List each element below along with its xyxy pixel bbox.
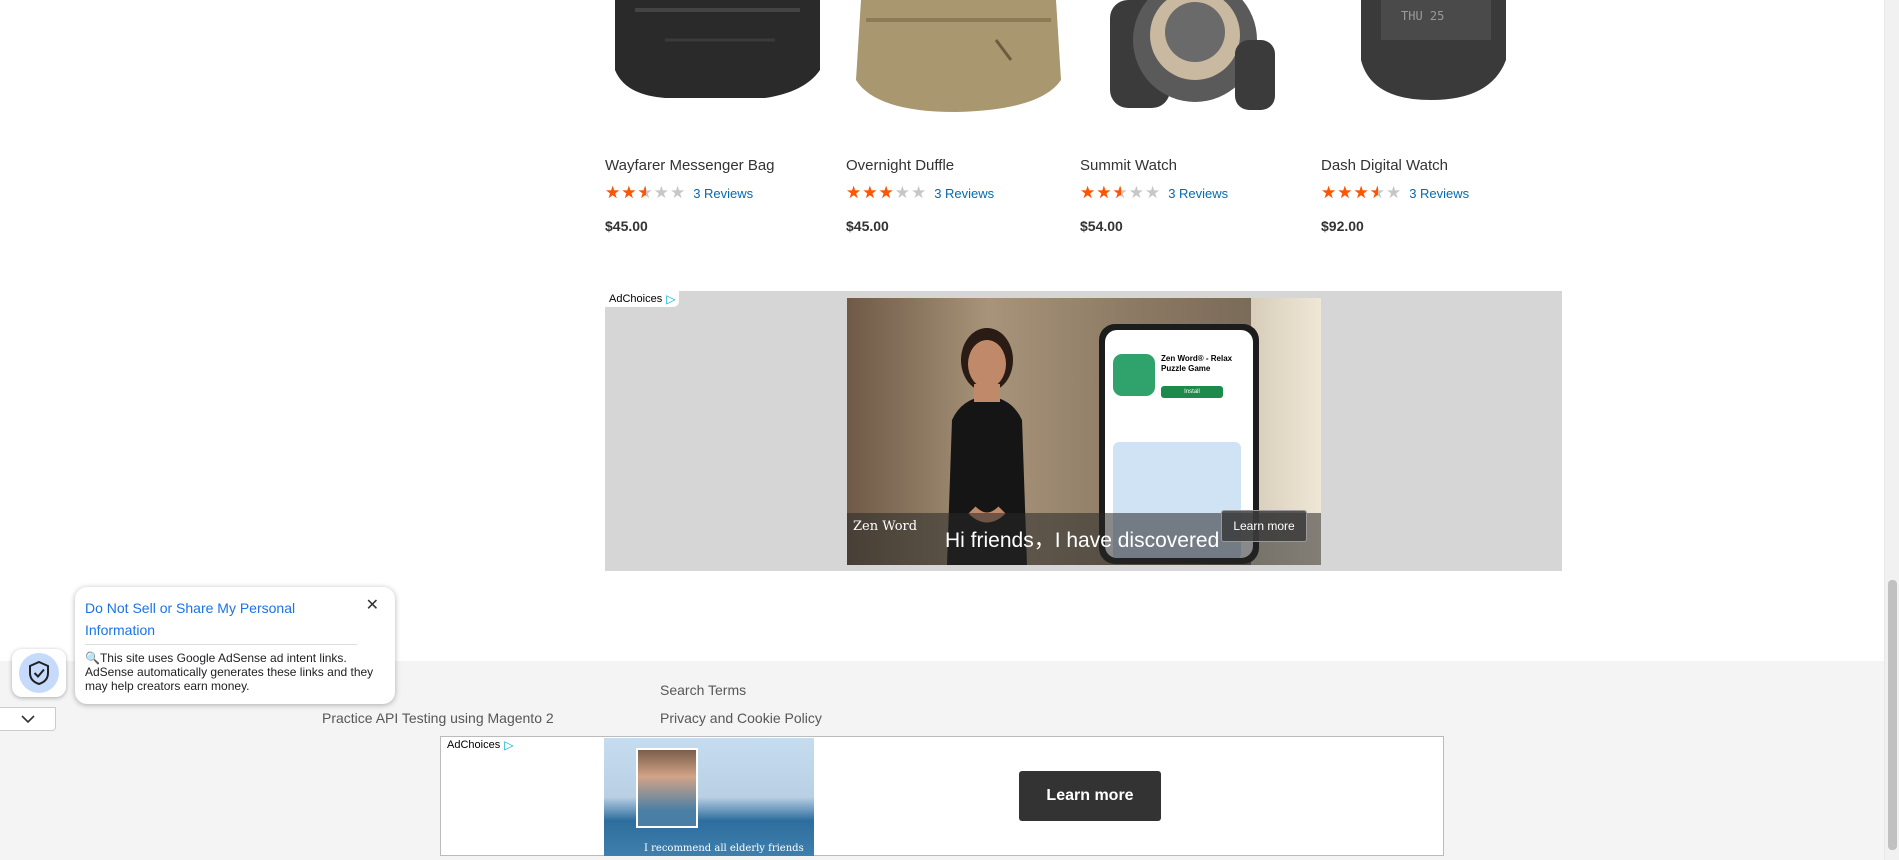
- product-price: $92.00: [1321, 218, 1364, 234]
- zen-word-logo: Zen Word: [853, 519, 918, 534]
- product-card: Overnight Duffle ★★★★★ ★★★★★ 3 Reviews $…: [846, 0, 1066, 240]
- footer-link-search-terms[interactable]: Search Terms: [660, 682, 746, 698]
- video-caption: Hi friends，I have discovered: [945, 529, 1220, 552]
- ad-person-image: [636, 748, 698, 828]
- adchoices-badge[interactable]: AdChoices ▷: [605, 291, 680, 307]
- chevron-down-icon: [20, 715, 35, 724]
- product-name[interactable]: Wayfarer Messenger Bag: [605, 157, 775, 174]
- shield-check-icon: [29, 661, 49, 685]
- app-icon: [1113, 354, 1155, 396]
- divider: [85, 644, 357, 645]
- product-name[interactable]: Overnight Duffle: [846, 157, 954, 174]
- product-image[interactable]: THU 25: [1321, 0, 1541, 140]
- scrollbar[interactable]: [1884, 0, 1899, 860]
- adchoices-icon: ▷: [504, 738, 514, 752]
- anchor-ad[interactable]: AdChoices ▷ I recommend all elderly frie…: [440, 736, 1444, 856]
- rating-stars: ★★★★★ ★★★★★: [605, 183, 687, 202]
- adchoices-icon: ▷: [666, 292, 676, 306]
- rating-stars: ★★★★★ ★★★★★: [846, 183, 928, 202]
- page: Wayfarer Messenger Bag ★★★★★ ★★★★★ 3 Rev…: [0, 0, 1899, 860]
- product-image[interactable]: [605, 0, 825, 140]
- product-name[interactable]: Dash Digital Watch: [1321, 157, 1448, 174]
- learn-more-button[interactable]: Learn more: [1019, 771, 1161, 821]
- product-image[interactable]: [846, 0, 1066, 140]
- app-title: Zen Word® - Relax Puzzle Game: [1161, 354, 1233, 373]
- reviews-link[interactable]: 3 Reviews: [1409, 186, 1469, 201]
- rating-stars: ★★★★★ ★★★★★: [1321, 183, 1403, 202]
- product-rating: ★★★★★ ★★★★★ 3 Reviews: [846, 183, 994, 203]
- reviews-link[interactable]: 3 Reviews: [693, 186, 753, 201]
- privacy-popup-title[interactable]: Do Not Sell or Share My Personal Informa…: [85, 597, 345, 641]
- product-price: $54.00: [1080, 218, 1123, 234]
- ad-video[interactable]: Zen Word® - Relax Puzzle Game Install Ze…: [847, 298, 1321, 565]
- product-card: Wayfarer Messenger Bag ★★★★★ ★★★★★ 3 Rev…: [605, 0, 825, 240]
- product-price: $45.00: [846, 218, 889, 234]
- product-card: THU 25 Dash Digital Watch ★★★★★ ★★★★★ 3 …: [1321, 0, 1541, 240]
- anchor-ad-caption: I recommend all elderly friends: [644, 843, 804, 854]
- product-rating: ★★★★★ ★★★★★ 3 Reviews: [1080, 183, 1228, 203]
- product-rating: ★★★★★ ★★★★★ 3 Reviews: [605, 183, 753, 203]
- footer-link-privacy-policy[interactable]: Privacy and Cookie Policy: [660, 710, 822, 726]
- privacy-popup-body: 🔍This site uses Google AdSense ad intent…: [85, 651, 374, 693]
- learn-more-button[interactable]: Learn more: [1221, 510, 1307, 542]
- svg-text:THU 25: THU 25: [1401, 9, 1444, 23]
- product-rating: ★★★★★ ★★★★★ 3 Reviews: [1321, 183, 1469, 203]
- scrollbar-thumb[interactable]: [1888, 580, 1897, 850]
- footer-link-practice-api[interactable]: Practice API Testing using Magento 2: [322, 710, 554, 726]
- reviews-link[interactable]: 3 Reviews: [1168, 186, 1228, 201]
- app-install-button: Install: [1161, 386, 1223, 398]
- privacy-shield-button[interactable]: [12, 649, 66, 697]
- privacy-popup: Do Not Sell or Share My Personal Informa…: [75, 587, 395, 704]
- product-card: Summit Watch ★★★★★ ★★★★★ 3 Reviews $54.0…: [1080, 0, 1300, 240]
- product-image[interactable]: [1080, 0, 1300, 140]
- adchoices-badge[interactable]: AdChoices ▷: [443, 737, 518, 753]
- product-name[interactable]: Summit Watch: [1080, 157, 1177, 174]
- anchor-ad-video[interactable]: I recommend all elderly friends: [604, 738, 814, 856]
- collapse-tab[interactable]: [0, 707, 56, 731]
- close-icon[interactable]: ✕: [366, 595, 379, 615]
- ad-banner[interactable]: AdChoices ▷ Zen Word® - Relax Puzzle Gam…: [605, 291, 1562, 571]
- rating-stars: ★★★★★ ★★★★★: [1080, 183, 1162, 202]
- reviews-link[interactable]: 3 Reviews: [934, 186, 994, 201]
- product-price: $45.00: [605, 218, 648, 234]
